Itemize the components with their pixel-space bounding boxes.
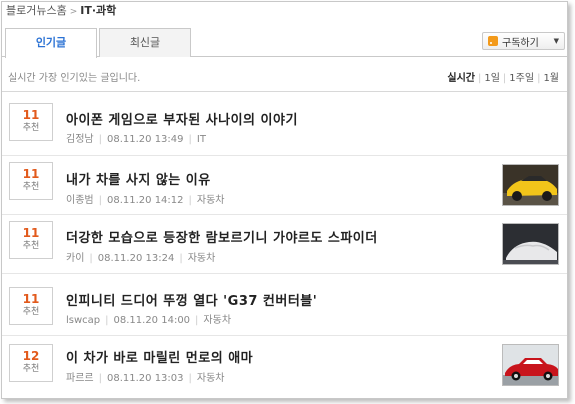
recommend-label: 추천: [22, 182, 40, 192]
post-date: 08.11.20 14:12: [106, 195, 184, 206]
list-description: 실시간 가장 인기있는 글입니다.: [8, 73, 141, 84]
post-meta: 카이 | 08.11.20 13:24 | 자동차: [66, 253, 216, 264]
post-meta: 파르르 | 08.11.20 13:03 | 자동차: [66, 373, 225, 384]
post-author[interactable]: lswcap: [66, 315, 100, 326]
recommend-count: 11: [22, 108, 40, 122]
period-1day[interactable]: 1일: [484, 73, 500, 84]
recommend-button[interactable]: 12 추천: [9, 344, 53, 382]
breadcrumb-separator-icon: >: [69, 7, 78, 17]
post-author[interactable]: 김정남: [66, 134, 94, 145]
post-thumbnail[interactable]: [502, 164, 559, 206]
recommend-button[interactable]: 11 추천: [9, 162, 53, 200]
list-item: 11 추천 내가 차를 사지 않는 이유 이종범 | 08.11.20 14:12 |…: [2, 162, 567, 222]
post-category[interactable]: 자동차: [197, 373, 225, 384]
post-category[interactable]: 자동차: [188, 253, 216, 264]
breadcrumb-root-link[interactable]: 블로거뉴스홈: [6, 4, 67, 17]
period-realtime[interactable]: 실시간: [447, 73, 475, 84]
post-date: 08.11.20 14:00: [113, 315, 191, 326]
list-item: 11 추천 더강한 모습으로 등장한 람보르기니 가야르도 스파이더 카이 | 08…: [2, 221, 567, 281]
chevron-down-icon: ▼: [553, 37, 559, 45]
post-meta: 이종범 | 08.11.20 14:12 | 자동차: [66, 195, 225, 206]
tab-popular[interactable]: 인기글: [5, 28, 97, 58]
post-title-link[interactable]: 인피니티 드디어 뚜껑 열다 'G37 컨버터블': [66, 290, 317, 309]
post-title-link[interactable]: 더강한 모습으로 등장한 람보르기니 가야르도 스파이더: [66, 227, 378, 246]
list-item: 11 추천 인피니티 드디어 뚜껑 열다 'G37 컨버터블' lswcap | 0…: [2, 287, 567, 347]
divider: [2, 335, 567, 336]
white-covered-car-image: [503, 224, 558, 264]
tab-bar: 인기글 최신글 구독하기 ▼: [2, 28, 567, 58]
post-category[interactable]: IT: [197, 134, 206, 145]
post-thumbnail[interactable]: [502, 344, 559, 386]
red-classic-car-image: [503, 345, 558, 385]
divider: [2, 155, 567, 156]
post-date: 08.11.20 13:03: [106, 373, 184, 384]
breadcrumb: 블로거뉴스홈 > IT·과학: [6, 2, 116, 18]
recommend-count: 11: [22, 226, 40, 240]
recommend-count: 11: [22, 292, 40, 306]
recommend-count: 11: [22, 167, 40, 181]
divider: [2, 273, 567, 274]
post-date: 08.11.20 13:24: [97, 253, 175, 264]
post-title-link[interactable]: 아이폰 게임으로 부자된 사나이의 이야기: [66, 109, 298, 128]
post-thumbnail[interactable]: [502, 223, 559, 265]
list-item: 12 추천 이 차가 바로 마릴린 먼로의 애마 파르르 | 08.11.20 13…: [2, 344, 567, 398]
post-meta: 김정남 | 08.11.20 13:49 | IT: [66, 134, 206, 145]
recommend-label: 추천: [22, 307, 40, 317]
post-title-link[interactable]: 내가 차를 사지 않는 이유: [66, 169, 211, 188]
recommend-button[interactable]: 11 추천: [9, 221, 53, 259]
period-1week[interactable]: 1주일: [509, 73, 534, 84]
divider: [2, 91, 567, 92]
period-1month[interactable]: 1월: [543, 73, 559, 84]
subscribe-label: 구독하기: [502, 37, 539, 49]
list-item: 11 추천 아이폰 게임으로 부자된 사나이의 이야기 김정남 | 08.11.20…: [2, 103, 567, 163]
post-title-link[interactable]: 이 차가 바로 마릴린 먼로의 애마: [66, 347, 253, 366]
post-author[interactable]: 카이: [66, 253, 84, 264]
recommend-label: 추천: [22, 364, 40, 374]
breadcrumb-current: IT·과학: [80, 4, 117, 17]
recommend-label: 추천: [22, 123, 40, 133]
divider: [2, 214, 567, 215]
post-category[interactable]: 자동차: [203, 315, 231, 326]
post-date: 08.11.20 13:49: [106, 134, 184, 145]
subscribe-button[interactable]: 구독하기 ▼: [482, 32, 565, 50]
tab-latest[interactable]: 최신글: [99, 28, 191, 57]
blog-news-panel: 블로거뉴스홈 > IT·과학 인기글 최신글 구독하기 ▼ 실시간 가장 인기있는 …: [1, 1, 568, 399]
period-filter: 실시간 | 1일 | 1주일 | 1월: [447, 73, 559, 84]
recommend-count: 12: [22, 349, 40, 363]
recommend-button[interactable]: 11 추천: [9, 287, 53, 325]
post-category[interactable]: 자동차: [197, 195, 225, 206]
post-meta: lswcap | 08.11.20 14:00 | 자동차: [66, 315, 232, 326]
recommend-label: 추천: [22, 241, 40, 251]
rss-icon: [488, 36, 498, 46]
post-author[interactable]: 파르르: [66, 373, 94, 384]
yellow-sports-car-image: [503, 165, 558, 205]
recommend-button[interactable]: 11 추천: [9, 103, 53, 141]
post-author[interactable]: 이종범: [66, 195, 94, 206]
